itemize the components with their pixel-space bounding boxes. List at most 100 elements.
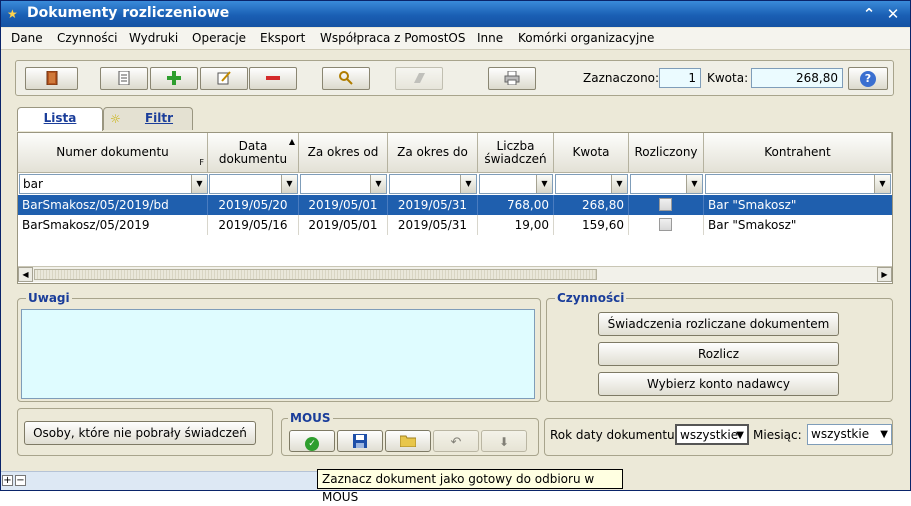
menu-czynnosci[interactable]: Czynności [57, 31, 118, 45]
col-header-kwota[interactable]: Kwota [554, 133, 629, 173]
rozlicz-button[interactable]: Rozlicz [598, 342, 839, 366]
chevron-down-icon: ▼ [880, 429, 888, 440]
cell-rozliczony [629, 215, 704, 235]
mous-save-button[interactable] [337, 430, 383, 452]
table-row[interactable]: BarSmakosz/05/2019 2019/05/16 2019/05/01… [18, 215, 892, 235]
filter-numer-input[interactable]: bar ▼ [19, 174, 208, 194]
miesiac-select[interactable]: wszystkie ▼ [807, 424, 892, 445]
delete-button[interactable] [249, 67, 297, 90]
disabled-tool-button[interactable] [395, 67, 443, 90]
filter-od-dropdown-icon[interactable]: ▼ [370, 175, 386, 193]
filter-liczba-input[interactable]: ▼ [479, 174, 553, 194]
cell-data: 2019/05/16 [208, 215, 299, 235]
scroll-right-icon[interactable]: ▶ [877, 267, 892, 282]
check-icon: ✓ [305, 437, 319, 451]
filter-liczba-dropdown-icon[interactable]: ▼ [536, 175, 552, 193]
collapse-minus-icon[interactable]: − [15, 475, 26, 486]
col-header-kontrahent-label: Kontrahent [764, 145, 831, 159]
col-header-data-label: Data dokumentu [218, 138, 288, 166]
filter-numer-dropdown-icon[interactable]: ▼ [191, 175, 207, 193]
rozliczony-checkbox[interactable] [659, 198, 672, 211]
filter-rozliczony-dropdown-icon[interactable]: ▼ [686, 175, 702, 193]
mous-title: MOUS [288, 411, 333, 425]
horizontal-scrollbar[interactable]: ◀ ▶ [18, 266, 892, 282]
rok-select[interactable]: wszystkie ▼ [675, 424, 749, 445]
menu-inne[interactable]: Inne [477, 31, 503, 45]
mous-down-button[interactable]: ⬇ [481, 430, 527, 452]
rozliczony-checkbox[interactable] [659, 218, 672, 231]
mous-folder-button[interactable] [385, 430, 431, 452]
col-header-kontrahent[interactable]: Kontrahent [704, 133, 892, 173]
osoby-button[interactable]: Osoby, które nie pobrały świadczeń [24, 421, 256, 445]
col-header-rozliczony[interactable]: Rozliczony [629, 133, 704, 173]
exit-icon [46, 70, 57, 86]
plus-icon [167, 71, 181, 85]
lightbulb-icon: ☼ [110, 112, 121, 126]
cell-liczba: 768,00 [478, 195, 554, 215]
filter-kontrahent-dropdown-icon[interactable]: ▼ [874, 175, 890, 193]
window-title: Dokumenty rozliczeniowe [27, 5, 230, 21]
search-button[interactable] [322, 67, 370, 90]
uwagi-textarea[interactable] [21, 309, 535, 399]
close-icon[interactable]: ✕ [883, 4, 903, 24]
menu-wspolpraca[interactable]: Współpraca z PomostOS [320, 31, 465, 45]
mous-ready-button[interactable]: ✓ [289, 430, 335, 452]
filter-do-input[interactable]: ▼ [389, 174, 477, 194]
exit-button[interactable] [25, 67, 78, 90]
col-header-numer[interactable]: Numer dokumentu F [18, 133, 208, 173]
filter-od-input[interactable]: ▼ [300, 174, 387, 194]
tab-filtr[interactable]: ☼ Filtr [103, 107, 193, 130]
zaznaczono-value: 1 [659, 68, 701, 88]
col-header-liczba[interactable]: Liczba świadczeń [478, 133, 554, 173]
app-window: ★ Dokumenty rozliczeniowe ⌃ ✕ Dane Czynn… [0, 0, 911, 491]
collapse-icon[interactable]: ⌃ [859, 4, 879, 24]
filter-data-dropdown-icon[interactable]: ▼ [281, 175, 297, 193]
mous-group: MOUS ✓ ↶ ⬇ [281, 411, 539, 456]
documents-grid: Numer dokumentu F Data dokumentu ▲ Za okre… [17, 132, 893, 284]
print-button[interactable] [488, 67, 536, 90]
menu-eksport[interactable]: Eksport [260, 31, 305, 45]
menu-dane[interactable]: Dane [11, 31, 43, 45]
expand-icon[interactable]: + [2, 475, 13, 486]
filter-kwota-dropdown-icon[interactable]: ▼ [611, 175, 627, 193]
czynnosci-group: Czynności Świadczenia rozliczane dokumen… [546, 291, 893, 402]
tab-lista[interactable]: Lista [17, 107, 103, 131]
cell-od: 2019/05/01 [299, 195, 388, 215]
cell-do: 2019/05/31 [388, 215, 478, 235]
menu-operacje[interactable]: Operacje [192, 31, 246, 45]
scroll-left-icon[interactable]: ◀ [18, 267, 33, 282]
filter-data-input[interactable]: ▼ [209, 174, 298, 194]
view-document-button[interactable] [100, 67, 148, 90]
uwagi-title: Uwagi [26, 291, 72, 305]
mous-undo-button[interactable]: ↶ [433, 430, 479, 452]
date-filter-group: Rok daty dokumentu: wszystkie ▼ Miesiąc: … [544, 418, 893, 456]
search-icon [339, 71, 353, 85]
title-bar: ★ Dokumenty rozliczeniowe ⌃ ✕ [1, 1, 910, 27]
add-button[interactable] [150, 67, 198, 90]
swiadczenia-button[interactable]: Świadczenia rozliczane dokumentem [598, 312, 839, 336]
help-button[interactable]: ? [848, 67, 888, 90]
col-header-do[interactable]: Za okres do [388, 133, 478, 173]
wybierz-konto-button[interactable]: Wybierz konto nadawcy [598, 372, 839, 396]
status-bar: + − [1, 471, 317, 490]
rok-label: Rok daty dokumentu: [550, 428, 679, 442]
zaznaczono-label: Zaznaczono: [583, 71, 660, 85]
help-icon: ? [860, 71, 876, 87]
menu-komorki[interactable]: Komórki organizacyjne [518, 31, 654, 45]
filter-kontrahent-input[interactable]: ▼ [705, 174, 891, 194]
filter-do-dropdown-icon[interactable]: ▼ [460, 175, 476, 193]
rok-select-value: wszystkie [680, 428, 739, 442]
cell-od: 2019/05/01 [299, 215, 388, 235]
cell-kontrahent: Bar "Smakosz" [708, 198, 797, 212]
filter-rozliczony-input[interactable]: ▼ [630, 174, 703, 194]
table-row[interactable]: BarSmakosz/05/2019/bd 2019/05/20 2019/05… [18, 195, 892, 215]
minus-icon [266, 76, 280, 80]
arrow-down-icon: ⬇ [498, 435, 510, 449]
col-header-od[interactable]: Za okres od [299, 133, 388, 173]
filter-kwota-input[interactable]: ▼ [555, 174, 628, 194]
menu-wydruki[interactable]: Wydruki [129, 31, 178, 45]
col-header-data[interactable]: Data dokumentu ▲ [208, 133, 299, 173]
edit-button[interactable] [200, 67, 248, 90]
scroll-thumb[interactable] [34, 269, 597, 280]
app-icon: ★ [7, 7, 18, 21]
